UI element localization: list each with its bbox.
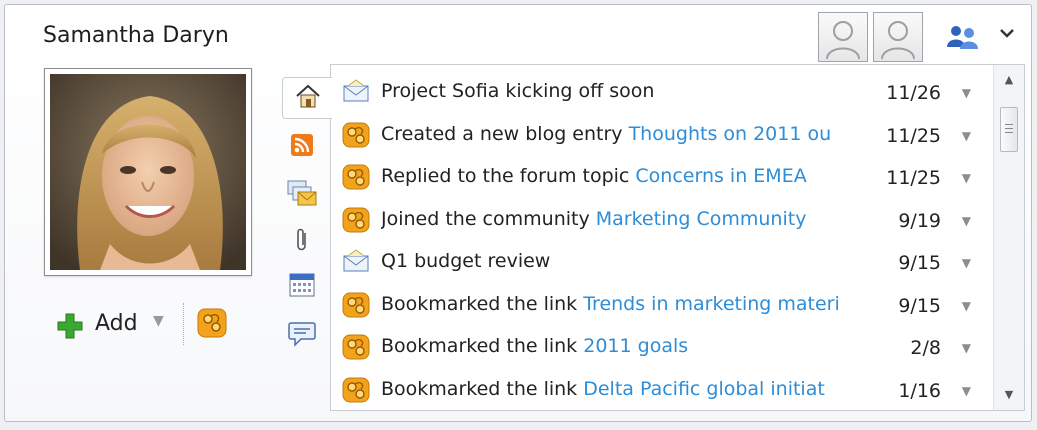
item-menu-arrow-icon[interactable]: ▼: [962, 341, 971, 355]
activity-icon: [342, 164, 370, 194]
activity-icon: [342, 334, 370, 364]
feed-item-date: 9/15: [898, 294, 941, 317]
feed-item-date: 9/15: [898, 252, 941, 274]
feed-item-link[interactable]: 2011 goals: [583, 335, 688, 357]
feed-item-text: Created a new blog entry Thoughts on 201…: [381, 123, 881, 145]
feed-item-text: Replied to the forum topic Concerns in E…: [381, 165, 881, 187]
scrollbar-thumb[interactable]: [1000, 107, 1018, 152]
feed-item-description: Bookmarked the link: [381, 292, 584, 315]
feed-item-link[interactable]: Thoughts on 2011 ou: [629, 123, 832, 145]
person-placeholder-icon[interactable]: [873, 12, 923, 62]
feed-item-date: 9/19: [898, 209, 941, 232]
feed-item-description: Bookmarked the link: [381, 335, 584, 357]
item-menu-arrow-icon[interactable]: ▼: [962, 129, 971, 143]
feed-item-link[interactable]: Concerns in EMEA: [635, 165, 806, 187]
item-menu-arrow-icon[interactable]: ▼: [962, 171, 971, 185]
feed-item[interactable]: Created a new blog entry Thoughts on 201…: [331, 113, 991, 156]
chevron-down-icon[interactable]: [999, 25, 1015, 43]
feed-item-description: Replied to the forum topic: [381, 165, 636, 187]
feed-item-description: Project Sofia kicking off soon: [381, 80, 655, 102]
feed-item-link[interactable]: Delta Pacific global initiat: [583, 378, 825, 400]
people-pane: Samantha Daryn Add ▼ Project Sofia kicki…: [4, 4, 1032, 422]
chat-bubble-icon: [288, 321, 316, 351]
item-menu-arrow-icon[interactable]: ▼: [962, 299, 971, 313]
feed-item-date: 1/16: [898, 379, 941, 402]
home-icon: [295, 84, 321, 112]
feed-item-text: Bookmarked the link Delta Pacific global…: [381, 378, 881, 400]
tab-attachments[interactable]: [282, 222, 322, 262]
tab-conversations[interactable]: [282, 316, 322, 356]
email-icon: [342, 249, 370, 277]
activity-icon[interactable]: [197, 308, 227, 342]
tab-rss[interactable]: [282, 127, 322, 167]
scroll-down-icon[interactable]: ▼: [994, 384, 1024, 406]
feed-item-date: 11/25: [886, 124, 941, 147]
item-menu-arrow-icon[interactable]: ▼: [962, 86, 971, 100]
divider: [183, 303, 184, 345]
people-group-icon[interactable]: [945, 23, 981, 55]
feed-item-link[interactable]: Marketing Community: [596, 208, 807, 230]
calendar-icon: [289, 273, 315, 301]
plus-icon[interactable]: [57, 313, 83, 343]
feed-item[interactable]: Replied to the forum topic Concerns in E…: [331, 155, 991, 198]
activity-feed: Project Sofia kicking off soon 11/26 ▼ Crea…: [330, 64, 1025, 411]
feed-item-text: Project Sofia kicking off soon: [381, 80, 881, 102]
activity-icon: [342, 122, 370, 152]
scroll-up-icon[interactable]: ▲: [994, 69, 1024, 91]
email-icon: [342, 79, 370, 107]
item-menu-arrow-icon[interactable]: ▼: [962, 214, 971, 228]
tab-calendar[interactable]: [282, 267, 322, 307]
vertical-scrollbar[interactable]: ▲ ▼: [993, 65, 1024, 410]
feed-item-text: Q1 budget review: [381, 250, 881, 272]
feed-item-description: Created a new blog entry: [381, 122, 629, 145]
activity-icon: [342, 207, 370, 237]
feed-item[interactable]: Project Sofia kicking off soon 11/26 ▼: [331, 70, 991, 113]
tab-mail[interactable]: [282, 175, 322, 215]
item-menu-arrow-icon[interactable]: ▼: [962, 256, 971, 270]
feed-item[interactable]: Bookmarked the link 2011 goals 2/8 ▼: [331, 325, 991, 368]
feed-item-date: 11/26: [886, 82, 941, 104]
profile-photo-frame: [44, 68, 252, 276]
feed-item-text: Bookmarked the link Trends in marketing …: [381, 293, 881, 315]
add-button[interactable]: Add: [95, 311, 138, 336]
feed-item[interactable]: Joined the community Marketing Community…: [331, 198, 991, 241]
feed-item-date: 11/25: [886, 167, 941, 189]
profile-photo: [50, 74, 246, 270]
feed-item[interactable]: Q1 budget review 9/15 ▼: [331, 240, 991, 283]
activity-icon: [342, 292, 370, 322]
feed-item-description: Q1 budget review: [381, 250, 551, 272]
add-dropdown-arrow-icon[interactable]: ▼: [153, 313, 164, 329]
feed-item-link[interactable]: Trends in marketing materi: [583, 293, 840, 315]
feed-item-date: 2/8: [910, 337, 941, 359]
contact-name: Samantha Daryn: [43, 23, 229, 48]
mail-stack-icon: [287, 179, 317, 211]
feed-item-text: Bookmarked the link 2011 goals: [381, 335, 881, 357]
attachment-icon: [294, 227, 310, 257]
item-menu-arrow-icon[interactable]: ▼: [962, 384, 971, 398]
rss-icon: [291, 134, 313, 160]
person-placeholder-icon[interactable]: [818, 12, 868, 62]
feed-item-text: Joined the community Marketing Community: [381, 208, 881, 230]
feed-item[interactable]: Bookmarked the link Trends in marketing …: [331, 283, 991, 326]
feed-item-description: Bookmarked the link: [381, 377, 584, 400]
activity-icon: [342, 377, 370, 407]
tab-home[interactable]: [282, 77, 332, 119]
feed-item-description: Joined the community: [381, 207, 596, 230]
feed-item[interactable]: Bookmarked the link Delta Pacific global…: [331, 368, 991, 411]
